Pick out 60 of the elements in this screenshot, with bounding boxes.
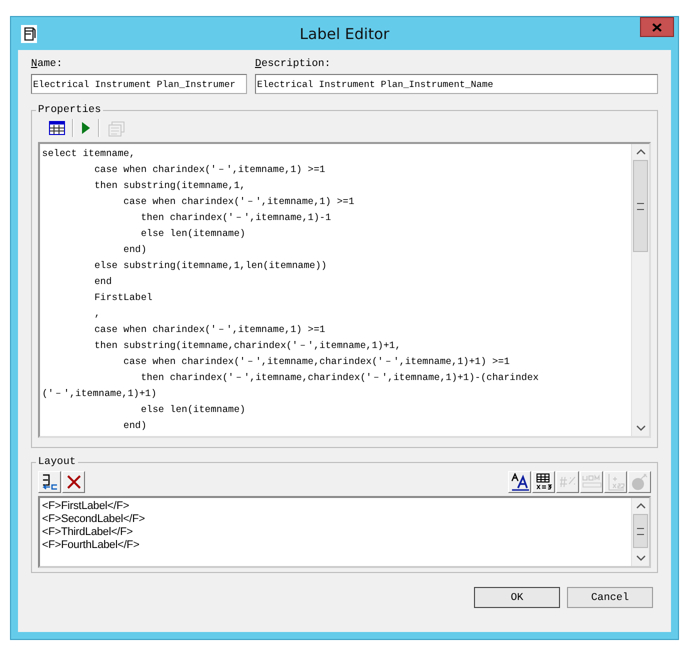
properties-icon xyxy=(107,119,127,137)
close-button[interactable] xyxy=(640,17,674,37)
code-line: , xyxy=(93,307,102,321)
code-line: then substring(itemname,charindex('－',itemname,1)+1, xyxy=(93,339,402,353)
formula-icon xyxy=(534,473,552,491)
app-icon xyxy=(21,24,37,42)
description-label: Description: xyxy=(255,58,332,71)
scroll-thumb[interactable] xyxy=(633,160,648,252)
code-line: select itemname, xyxy=(42,147,136,161)
sql-editor[interactable] xyxy=(38,142,651,438)
window-title: Label Editor xyxy=(300,24,390,42)
scrollbar[interactable] xyxy=(631,144,649,436)
code-line: end xyxy=(93,275,113,289)
code-line: case when charindex('－',itemname,1) >=1 xyxy=(122,195,356,209)
code-line: FirstLabel xyxy=(93,291,154,305)
scrollbar[interactable] xyxy=(631,498,649,566)
subscript-icon xyxy=(606,473,624,491)
scroll-down-icon[interactable] xyxy=(636,555,646,561)
code-line: end) xyxy=(122,419,148,433)
scroll-thumb[interactable] xyxy=(633,514,648,548)
layout-line: <F>ThirdLabel</F> xyxy=(42,526,134,539)
group-title: Layout xyxy=(37,456,77,468)
table-icon-button[interactable] xyxy=(46,119,68,137)
layout-editor[interactable]: <F>FirstLabel</F> <F>SecondLabel</F> <F>ThirdLabel</F> <F>FourthLabel</F> xyxy=(38,496,651,568)
layout-line: <F>FourthLabel</F> xyxy=(42,539,140,552)
delete-icon xyxy=(66,474,82,490)
code-line: then charindex('－',itemname,1)-1 xyxy=(140,211,332,225)
code-line: else len(itemname) xyxy=(140,227,246,241)
uom-icon xyxy=(582,474,602,490)
scroll-up-icon[interactable] xyxy=(636,149,646,155)
code-line: case when charindex('－',itemname,1) >=1 xyxy=(93,163,326,177)
name-label: Name: xyxy=(31,58,64,71)
play-icon xyxy=(81,121,91,135)
code-line: ('－',itemname,1)+1) xyxy=(42,387,158,401)
description-field[interactable]: Electrical Instrument Plan_Instrument_Name xyxy=(255,74,658,94)
formula-icon-button[interactable] xyxy=(532,471,555,493)
bomb-icon xyxy=(630,473,648,491)
insert-field-icon-button[interactable] xyxy=(38,471,61,493)
code-line: else substring(itemname,1,len(itemname)) xyxy=(93,259,328,273)
scroll-up-icon[interactable] xyxy=(636,503,646,509)
table-icon xyxy=(49,121,65,135)
close-icon xyxy=(652,22,662,32)
code-line: then substring(itemname,1, xyxy=(93,179,246,193)
font-icon-button[interactable] xyxy=(508,471,531,493)
layout-line: <F>FirstLabel</F> xyxy=(42,500,130,513)
cancel-button[interactable]: Cancel xyxy=(567,587,653,608)
number-format-icon xyxy=(558,474,576,490)
code-line: then charindex('－',itemname,charindex('－',itemname,1)+1)-(charindex xyxy=(140,371,540,385)
font-icon xyxy=(510,473,530,491)
ok-button[interactable]: OK xyxy=(474,587,560,608)
code-line: case when charindex('－',itemname,charindex('－',itemname,1)+1) >=1 xyxy=(122,355,511,369)
code-line: else len(itemname) xyxy=(140,403,246,417)
layout-line: <F>SecondLabel</F> xyxy=(42,513,146,526)
name-field[interactable]: Electrical Instrument Plan_Instrumer xyxy=(31,74,247,94)
code-line: case when charindex('－',itemname,1) >=1 xyxy=(93,323,326,337)
group-title: Properties xyxy=(37,104,102,116)
code-line: end) xyxy=(122,243,148,257)
scroll-down-icon[interactable] xyxy=(636,425,646,431)
insert-field-icon xyxy=(40,473,58,491)
delete-icon-button[interactable] xyxy=(62,471,85,493)
